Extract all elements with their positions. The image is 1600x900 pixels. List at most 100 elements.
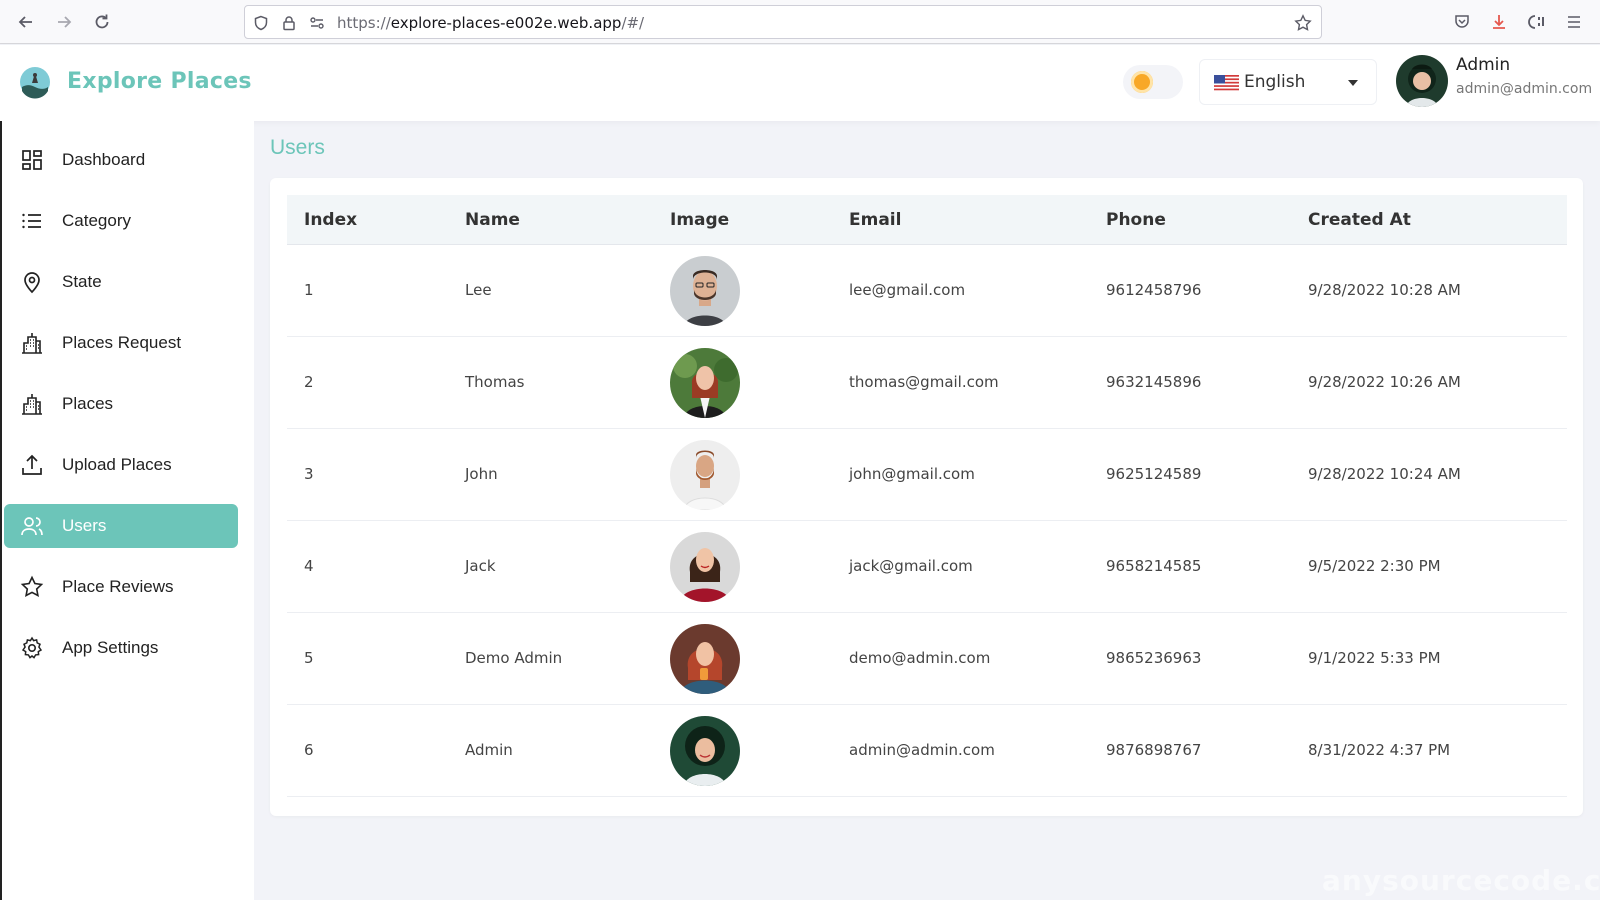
language-select[interactable]: English [1199,59,1377,105]
lock-icon[interactable] [279,13,299,33]
star-icon [20,575,44,597]
sidebar-item-label: Place Reviews [62,577,174,596]
list-icon [22,213,41,229]
cell-index: 2 [304,373,314,391]
sidebar-item-label: Places [62,394,114,413]
sidebar-item-label: State [62,272,102,291]
logo-icon[interactable] [18,65,52,99]
sidebar-item-label: Dashboard [62,150,146,169]
table-row[interactable]: 4 Jack jack@gmail.com 9658214585 9/5/202… [287,521,1567,613]
sidebar-item-place-reviews[interactable]: Place Reviews [4,565,238,609]
cell-email: jack@gmail.com [849,557,973,575]
cell-created-at: 8/31/2022 4:37 PM [1308,741,1451,759]
users-icon [21,517,43,536]
cell-created-at: 9/5/2022 2:30 PM [1308,557,1441,575]
cell-email: lee@gmail.com [849,281,966,299]
user-avatar [670,440,740,510]
sidebar-item-label: App Settings [62,638,159,657]
reload-icon[interactable] [88,8,116,36]
sidebar-item-app-settings[interactable]: App Settings [4,626,238,670]
user-avatar [670,624,740,694]
cell-name: Admin [465,741,513,759]
column-header-email[interactable]: Email [849,210,901,230]
menu-icon[interactable] [1562,10,1586,34]
users-table-card: Index Name Image Email Phone Created At … [270,178,1583,816]
sidebar-item-category[interactable]: Category [4,199,238,243]
watermark: anysourcecode.com [1322,864,1600,897]
cell-name: Jack [465,557,496,575]
sidebar-item-places-request[interactable]: Places Request [4,321,238,365]
cell-name: John [465,465,498,483]
us-flag-icon [1214,75,1239,92]
theme-toggle[interactable] [1123,65,1183,99]
page-title: Users [270,136,325,159]
building-icon [22,394,42,415]
user-avatar [670,532,740,602]
sidebar-item-dashboard[interactable]: Dashboard [4,138,238,182]
dashboard-icon [22,150,42,170]
cell-created-at: 9/28/2022 10:26 AM [1308,373,1461,391]
column-header-image[interactable]: Image [670,210,729,230]
cell-email: thomas@gmail.com [849,373,999,391]
url-text[interactable]: https://explore-places-e002e.web.app/#/ [337,14,644,32]
cell-index: 5 [304,649,314,667]
cell-email: admin@admin.com [849,741,995,759]
sidebar-item-places[interactable]: Places [4,382,238,426]
pocket-icon[interactable] [1450,10,1474,34]
gear-icon [21,636,43,659]
map-pin-icon [24,272,40,294]
cell-phone: 9865236963 [1106,649,1202,667]
cell-phone: 9625124589 [1106,465,1202,483]
table-header: Index Name Image Email Phone Created At [287,195,1567,245]
column-header-index[interactable]: Index [304,210,357,230]
cell-email: demo@admin.com [849,649,991,667]
cell-created-at: 9/28/2022 10:24 AM [1308,465,1461,483]
user-avatar [670,256,740,326]
cell-name: Thomas [465,373,525,391]
permissions-icon[interactable] [307,13,327,33]
address-bar[interactable]: https://explore-places-e002e.web.app/#/ [244,5,1322,39]
user-name[interactable]: Admin [1456,55,1510,75]
cell-phone: 9632145896 [1106,373,1202,391]
table-row[interactable]: 1 Lee lee@gmail.com 9612458796 9/28/2022… [287,245,1567,337]
avatar[interactable] [1396,55,1448,107]
table-row[interactable]: 5 Demo Admin demo@admin.com 9865236963 9… [287,613,1567,705]
back-arrow-icon[interactable] [12,8,40,36]
table-row[interactable]: 3 John john@gmail.com 9625124589 9/28/20… [287,429,1567,521]
app-header: Explore Places English Admin admin@admin… [0,45,1600,121]
sidebar: Dashboard Category State Places Request … [0,121,254,900]
sidebar-item-label: Category [62,211,131,230]
cell-phone: 9658214585 [1106,557,1202,575]
table-row[interactable]: 6 Admin admin@admin.com 9876898767 8/31/… [287,705,1567,797]
users-table: Index Name Image Email Phone Created At … [287,195,1567,797]
column-header-name[interactable]: Name [465,210,520,230]
sun-icon [1131,71,1153,93]
cell-index: 3 [304,465,314,483]
cell-name: Lee [465,281,492,299]
sidebar-item-label: Users [62,516,107,535]
bookmark-star-icon[interactable] [1293,13,1313,33]
cell-created-at: 9/28/2022 10:28 AM [1308,281,1461,299]
sidebar-item-label: Upload Places [62,455,172,474]
sidebar-item-state[interactable]: State [4,260,238,304]
user-email: admin@admin.com [1456,81,1593,97]
column-header-phone[interactable]: Phone [1106,210,1166,230]
column-header-created-at[interactable]: Created At [1308,210,1411,230]
brand-name[interactable]: Explore Places [67,69,252,94]
extension-icon[interactable] [1524,10,1548,34]
upload-icon [22,454,42,475]
table-row[interactable]: 2 Thomas thomas@gmail.com 9632145896 9/2… [287,337,1567,429]
cell-index: 6 [304,741,314,759]
browser-toolbar: https://explore-places-e002e.web.app/#/ [0,0,1600,44]
forward-arrow-icon[interactable] [50,8,78,36]
shield-icon[interactable] [251,13,271,33]
cell-index: 1 [304,281,314,299]
sidebar-item-upload-places[interactable]: Upload Places [4,443,238,487]
download-icon[interactable] [1487,10,1511,34]
cell-name: Demo Admin [465,649,563,667]
cell-created-at: 9/1/2022 5:33 PM [1308,649,1441,667]
sidebar-item-users[interactable]: Users [4,504,238,548]
user-avatar [670,348,740,418]
cell-phone: 9876898767 [1106,741,1202,759]
cell-phone: 9612458796 [1106,281,1202,299]
